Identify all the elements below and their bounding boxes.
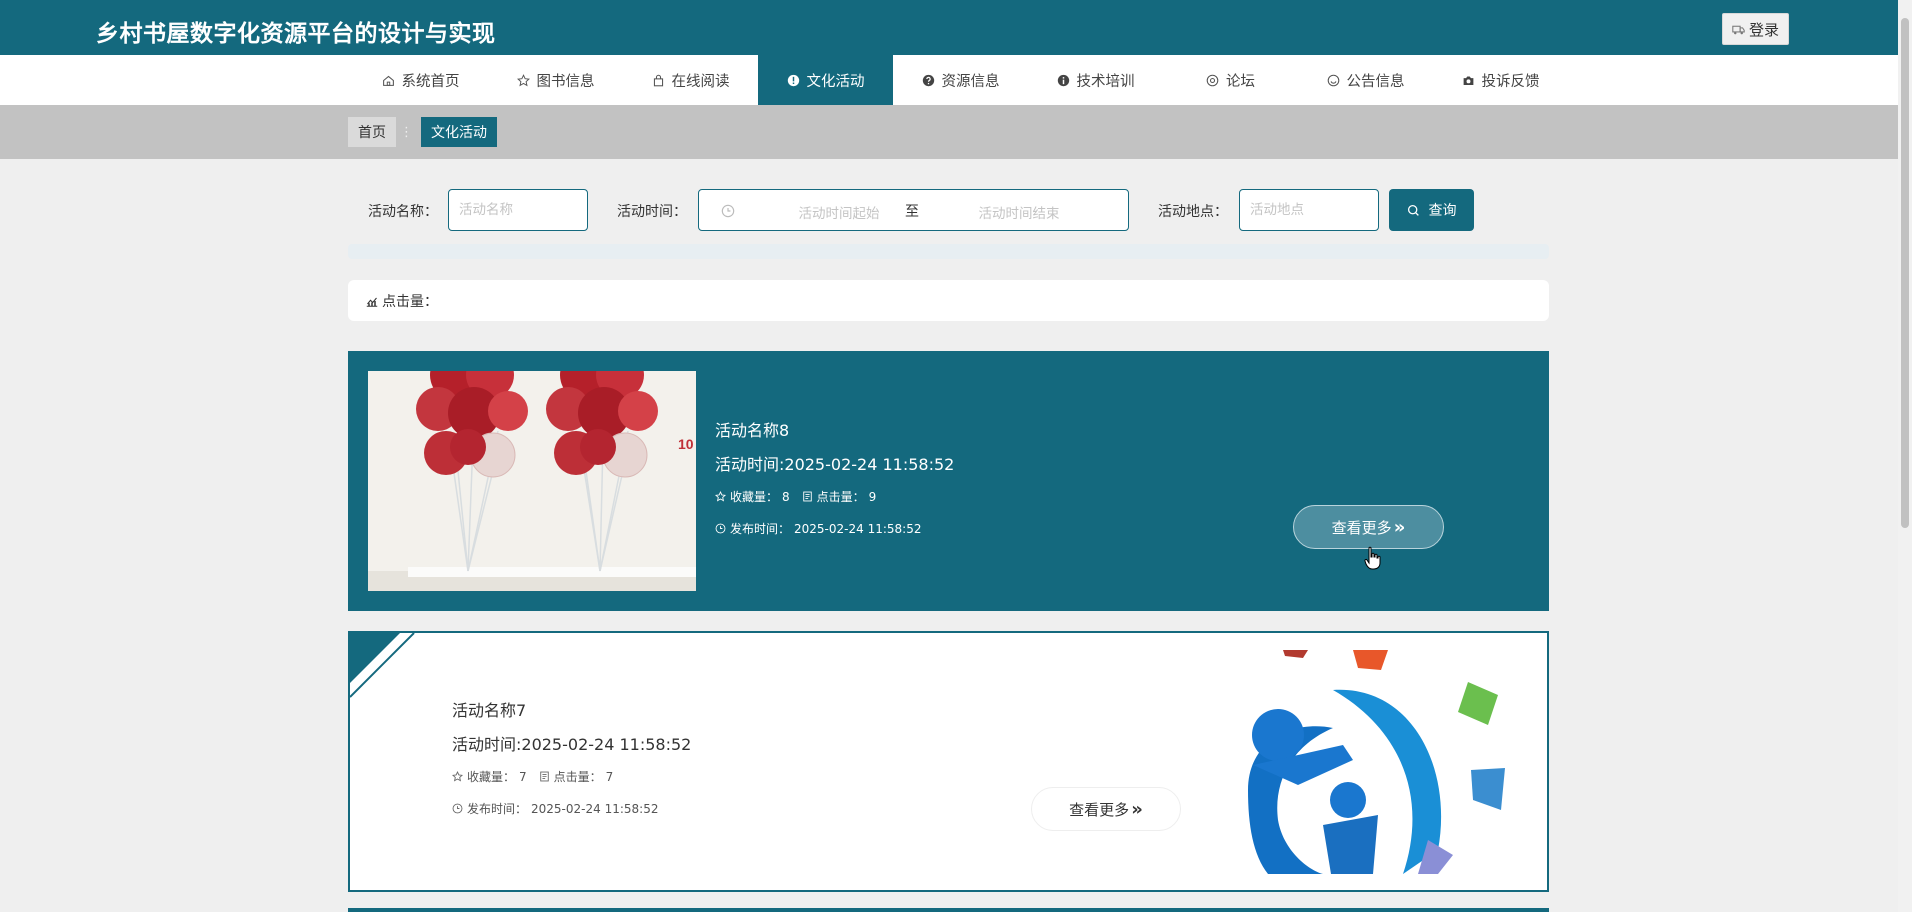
divider-strip (348, 244, 1549, 259)
favorites-count: 7 (519, 769, 527, 784)
activity-image-logo[interactable] (1213, 650, 1523, 874)
clicks-label: 点击量： (553, 770, 602, 784)
view-more-button[interactable]: 查看更多 » (1293, 505, 1444, 549)
info-circle-icon (1057, 74, 1069, 86)
star-icon (715, 491, 726, 502)
double-chevron-right-icon: » (1131, 798, 1143, 820)
smile-icon (1327, 74, 1339, 86)
view-more-label: 查看更多 (1069, 800, 1130, 819)
activity-published: 发布时间： 2025-02-24 11:58:52 (715, 520, 921, 537)
document-icon (802, 491, 812, 502)
at-icon (1206, 74, 1219, 86)
breadcrumb-separator: ⋮ (400, 124, 413, 140)
clock-icon (715, 523, 726, 534)
login-label: 登录 (1748, 20, 1779, 39)
svg-text:10: 10 (678, 436, 694, 452)
breadcrumb-current: 文化活动 (421, 117, 497, 147)
activity-time: 活动时间:2025-02-24 11:58:52 (452, 735, 692, 754)
favorites-label: 收藏量： (730, 490, 779, 504)
nav-item-home[interactable]: 系统首页 (353, 55, 488, 105)
star-icon (452, 771, 463, 782)
time-range-separator: 至 (905, 204, 919, 220)
activity-time: 活动时间:2025-02-24 11:58:52 (715, 455, 955, 474)
activity-stats: 收藏量： 7 点击量： 7 (452, 768, 613, 785)
site-title: 乡村书屋数字化资源平台的设计与实现 (96, 21, 496, 47)
double-chevron-right-icon: » (1393, 516, 1406, 538)
page-scrollbar[interactable] (1898, 0, 1912, 912)
activity-title[interactable]: 活动名称7 (452, 697, 526, 721)
nav-item-forum[interactable]: 论坛 (1163, 55, 1298, 105)
time-end-input[interactable]: 活动时间结束 (959, 202, 1079, 222)
alert-circle-icon (787, 74, 799, 86)
activity-name-label: 活动名称： (368, 204, 438, 220)
breadcrumb: 首页 ⋮ 文化活动 (0, 105, 1898, 159)
favorites-count: 8 (782, 489, 790, 504)
nav-label: 资源信息 (941, 73, 1000, 90)
nav-item-reading[interactable]: 在线阅读 (623, 55, 758, 105)
nav-label: 论坛 (1226, 73, 1255, 90)
activity-time-label: 活动时间： (617, 204, 687, 220)
search-form: 活动名称： 活动时间： 活动时间起始 至 活动时间结束 活动地点： 查询 (0, 189, 1898, 231)
people-logo-image (1213, 650, 1523, 874)
nav-item-resources[interactable]: 资源信息 (893, 55, 1028, 105)
next-card-edge (348, 908, 1549, 912)
clock-icon (721, 204, 735, 218)
card-corner-line (350, 633, 415, 698)
view-more-label: 查看更多 (1331, 518, 1392, 537)
activity-image-balloons[interactable]: 10 (368, 371, 696, 591)
activity-published: 发布时间： 2025-02-24 11:58:52 (452, 800, 658, 817)
balloons-image: 10 (368, 371, 696, 591)
nav-label: 系统首页 (401, 73, 460, 90)
truck-icon (1732, 25, 1745, 34)
sort-by-clicks[interactable]: 点击量： (348, 280, 1549, 321)
time-start-input[interactable]: 活动时间起始 (779, 202, 899, 222)
activity-time-range[interactable]: 活动时间起始 至 活动时间结束 (698, 189, 1129, 231)
nav-item-activities[interactable]: 文化活动 (758, 55, 893, 105)
activity-place-input[interactable] (1239, 189, 1379, 231)
question-circle-icon (922, 74, 934, 86)
nav-label: 图书信息 (536, 73, 595, 90)
document-icon (539, 771, 549, 782)
published-label: 发布时间： (467, 802, 528, 816)
search-button-label: 查询 (1428, 202, 1457, 218)
main-nav: 系统首页 图书信息 在线阅读 文化活动 资源信息 技术培训 论坛 公告信息 投诉… (0, 55, 1898, 105)
bag-icon (653, 74, 663, 86)
search-icon (1407, 204, 1419, 216)
login-button[interactable]: 登录 (1722, 13, 1789, 45)
scrollbar-thumb[interactable] (1901, 18, 1909, 528)
nav-label: 技术培训 (1076, 73, 1135, 90)
hand-cursor-icon (1364, 546, 1381, 570)
clock-icon (452, 803, 463, 814)
nav-label: 投诉反馈 (1481, 73, 1540, 90)
chart-icon (366, 297, 378, 307)
nav-label: 在线阅读 (671, 73, 730, 90)
top-header: 乡村书屋数字化资源平台的设计与实现 登录 (0, 0, 1898, 55)
breadcrumb-home[interactable]: 首页 (348, 117, 396, 147)
activity-place-label: 活动地点： (1158, 204, 1228, 220)
published-label: 发布时间： (730, 522, 791, 536)
nav-item-notices[interactable]: 公告信息 (1298, 55, 1433, 105)
nav-item-books[interactable]: 图书信息 (488, 55, 623, 105)
clicks-count: 9 (868, 489, 877, 504)
nav-item-training[interactable]: 技术培训 (1028, 55, 1163, 105)
activity-title[interactable]: 活动名称8 (715, 417, 789, 441)
activity-card[interactable]: 10 活动名称8 活动时间:2025-02-24 11:58:52 收藏量： 8… (348, 351, 1549, 611)
published-time: 2025-02-24 11:58:52 (794, 521, 922, 536)
home-icon (382, 75, 394, 86)
sort-label: 点击量： (382, 293, 438, 310)
nav-label: 公告信息 (1346, 73, 1405, 90)
activity-card[interactable]: 活动名称7 活动时间:2025-02-24 11:58:52 收藏量： 7 点击… (348, 631, 1549, 892)
nav-item-feedback[interactable]: 投诉反馈 (1433, 55, 1568, 105)
camera-icon (1463, 75, 1473, 85)
favorites-label: 收藏量： (467, 770, 516, 784)
clicks-count: 7 (605, 769, 614, 784)
search-button[interactable]: 查询 (1389, 189, 1474, 231)
star-icon (516, 73, 530, 86)
nav-label: 文化活动 (806, 73, 865, 90)
activity-name-input[interactable] (448, 189, 588, 231)
activity-stats: 收藏量： 8 点击量： 9 (715, 488, 876, 505)
view-more-button[interactable]: 查看更多 » (1031, 787, 1181, 831)
clicks-label: 点击量： (816, 490, 865, 504)
published-time: 2025-02-24 11:58:52 (531, 801, 659, 816)
